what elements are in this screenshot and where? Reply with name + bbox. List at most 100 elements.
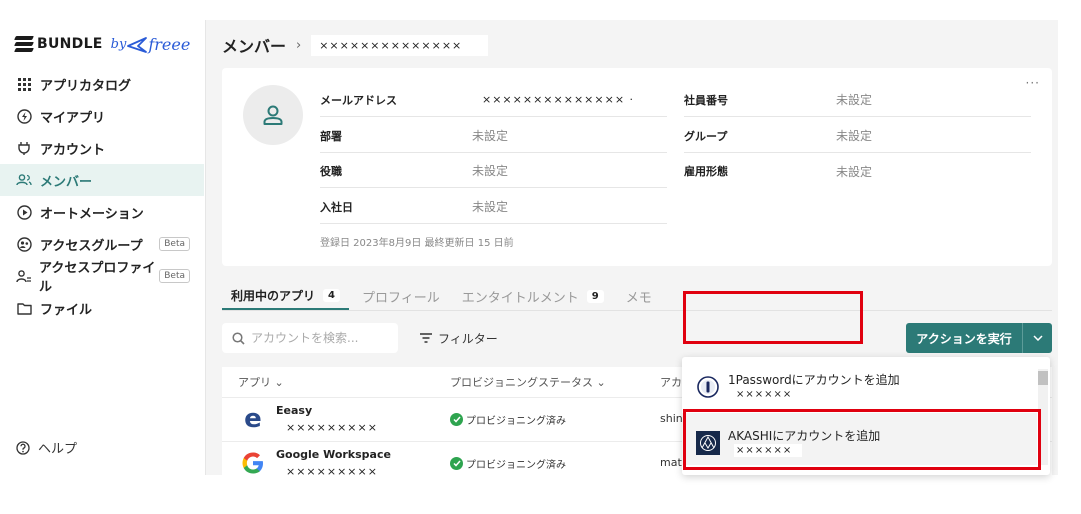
search-input[interactable] — [251, 331, 381, 345]
app-name[interactable]: Eeasy — [276, 404, 312, 417]
field-label: 雇用形態 — [684, 165, 728, 178]
field-group: グループ 未設定 — [684, 119, 1031, 153]
tab-count: 4 — [323, 288, 340, 302]
tab-notes[interactable]: メモ — [617, 282, 661, 310]
account-search[interactable] — [222, 323, 398, 353]
sidebar: BUNDLE by freee アプリカタログ マイアプリ アカウント メンバー… — [0, 0, 204, 475]
sidebar-item-label: オートメーション — [40, 206, 144, 222]
tab-label: メモ — [625, 290, 652, 306]
bolt-icon — [16, 108, 32, 124]
sidebar-item-label: アクセスプロファイル — [39, 261, 156, 295]
help-icon — [16, 440, 30, 455]
tab-label: プロフィール — [361, 290, 440, 306]
sidebar-item-access-groups[interactable]: アクセスグループ Beta — [0, 228, 204, 260]
account-id: shin — [660, 412, 683, 425]
app-logo[interactable]: BUNDLE by freee — [14, 30, 190, 58]
field-employment-type: 雇用形態 未設定 — [684, 154, 1031, 188]
menu-item-account: ×××××× — [734, 388, 803, 401]
run-action-label[interactable]: アクションを実行 — [906, 323, 1023, 353]
sidebar-item-automation[interactable]: オートメーション — [0, 196, 204, 228]
field-label: グループ — [684, 129, 728, 143]
grid-icon — [16, 76, 32, 92]
status-badge: プロビジョニング済み — [450, 456, 566, 471]
partner-name: freee — [127, 35, 190, 54]
tab-apps-in-use[interactable]: 利用中のアプリ 4 — [222, 282, 349, 310]
filter-button[interactable]: フィルター — [420, 323, 498, 353]
field-label: 社員番号 — [684, 93, 728, 107]
folder-icon — [16, 300, 32, 316]
column-header-app[interactable]: アプリ ⌄ — [238, 367, 284, 397]
field-department: 部署 未設定 — [320, 119, 667, 153]
field-value: 未設定 — [836, 93, 873, 107]
plug-icon — [16, 140, 32, 156]
column-header-account[interactable]: アカ — [660, 367, 682, 397]
sidebar-item-label: アクセスグループ — [40, 238, 143, 254]
users-icon — [16, 172, 32, 188]
group-icon — [16, 236, 32, 252]
field-label: 入社日 — [320, 200, 353, 214]
help-label: ヘルプ — [38, 442, 78, 457]
field-value: 未設定 — [836, 164, 873, 179]
field-email: メールアドレス ×××××××××××××× · — [320, 83, 667, 117]
page-title[interactable]: メンバー — [222, 33, 286, 57]
chevron-down-icon: ⌄ — [274, 375, 284, 389]
filter-icon — [420, 333, 432, 343]
breadcrumb-separator-icon: › — [296, 37, 302, 53]
account-id: mat — [660, 456, 682, 469]
chevron-down-icon[interactable] — [1023, 323, 1052, 353]
field-label: 部署 — [320, 129, 342, 143]
tab-profile[interactable]: プロフィール — [353, 282, 449, 310]
column-header-status[interactable]: プロビジョニングステータス ⌄ — [450, 367, 606, 397]
sidebar-item-files[interactable]: ファイル — [0, 292, 204, 324]
tab-label: エンタイトルメント — [461, 290, 579, 306]
field-value: 未設定 — [472, 129, 509, 143]
filter-label: フィルター — [438, 331, 498, 346]
sidebar-item-members[interactable]: メンバー — [0, 164, 204, 196]
breadcrumb: メンバー › ×××××××××××××× — [222, 33, 489, 57]
bundle-logo-icon — [14, 36, 34, 52]
brand-name: BUNDLE — [37, 36, 103, 52]
member-tabs: 利用中のアプリ 4 プロフィール エンタイトルメント 9 メモ — [222, 282, 665, 310]
member-name: ×××××××××××××× — [311, 34, 489, 56]
sidebar-item-my-apps[interactable]: マイアプリ — [0, 100, 204, 132]
status-badge: プロビジョニング済み — [450, 412, 566, 427]
app-account: ××××××××× — [286, 465, 378, 478]
field-value: 未設定 — [836, 129, 873, 143]
help-link[interactable]: ヘルプ — [16, 438, 77, 457]
tab-divider — [222, 310, 1052, 311]
field-value: 未設定 — [472, 200, 509, 214]
app-name[interactable]: Google Workspace — [276, 448, 391, 461]
annotation-highlight-akashi-item — [683, 409, 1041, 470]
1password-logo-icon — [696, 375, 720, 399]
sidebar-item-access-profiles[interactable]: アクセスプロファイル Beta — [0, 260, 204, 295]
sidebar-item-label: マイアプリ — [40, 110, 106, 126]
beta-badge: Beta — [159, 237, 190, 251]
sidebar-item-app-catalog[interactable]: アプリカタログ — [0, 68, 204, 100]
sidebar-item-label: アプリカタログ — [40, 78, 132, 94]
field-label: メールアドレス — [320, 93, 397, 107]
field-value: 未設定 — [472, 164, 509, 178]
sidebar-item-label: ファイル — [40, 302, 93, 318]
member-profile-card: ··· メールアドレス ×××××××××××××× · 部署 未設定 役職 未… — [222, 68, 1052, 266]
play-icon — [16, 204, 32, 220]
sidebar-item-accounts[interactable]: アカウント — [0, 132, 204, 164]
google-logo-icon — [240, 450, 266, 476]
sidebar-nav: アプリカタログ マイアプリ アカウント メンバー オートメーション アクセスグル… — [0, 68, 204, 324]
user-icon — [263, 105, 283, 125]
field-value: ×××××××××××××× · — [482, 93, 635, 106]
field-title: 役職 未設定 — [320, 154, 667, 188]
scrollbar-thumb[interactable] — [1038, 371, 1048, 385]
profile-icon — [16, 268, 31, 284]
avatar — [243, 85, 303, 145]
sidebar-item-label: アカウント — [40, 142, 106, 158]
chevron-down-icon: ⌄ — [596, 375, 606, 389]
check-icon — [450, 457, 463, 470]
menu-item-add-1password[interactable]: 1Passwordにアカウントを追加 ×××××× — [682, 357, 1037, 409]
record-meta: 登録日 2023年8月9日 最終更新日 15 日前 — [320, 238, 514, 249]
run-action-button[interactable]: アクションを実行 — [906, 323, 1052, 353]
tab-label: 利用中のアプリ — [231, 288, 316, 303]
tab-entitlements[interactable]: エンタイトルメント 9 — [453, 282, 613, 310]
sidebar-item-label: メンバー — [40, 174, 93, 190]
beta-badge: Beta — [159, 269, 190, 283]
field-join-date: 入社日 未設定 — [320, 190, 667, 224]
